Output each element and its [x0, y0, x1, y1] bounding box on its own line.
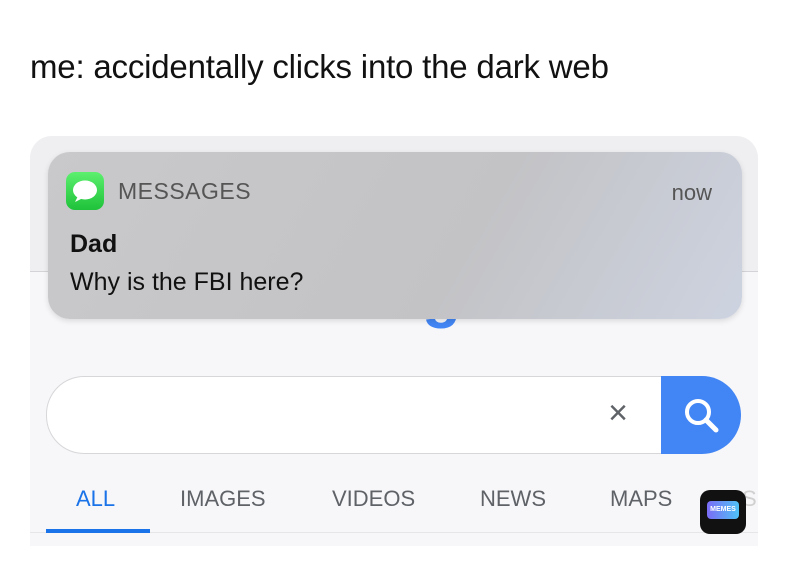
search-icon — [685, 399, 719, 433]
tab-maps[interactable]: MAPS — [610, 486, 672, 512]
tab-news[interactable]: NEWS — [480, 486, 546, 512]
notification-message: Why is the FBI here? — [70, 268, 304, 296]
search-button[interactable] — [661, 376, 741, 454]
search-tabs: ALL IMAGES VIDEOS NEWS MAPS — [30, 476, 758, 533]
close-icon: × — [608, 394, 628, 432]
clear-search-button[interactable]: × — [601, 396, 635, 430]
messages-app-icon — [66, 172, 104, 210]
tab-videos[interactable]: VIDEOS — [332, 486, 415, 512]
memes-logo-text: MEMES — [707, 501, 739, 519]
tab-images[interactable]: IMAGES — [180, 486, 266, 512]
search-input[interactable] — [46, 376, 661, 454]
notification-sender: Dad — [70, 230, 118, 258]
notification-app-name: MESSAGES — [118, 178, 252, 204]
memes-watermark-logo: MEMES — [700, 490, 746, 534]
meme-caption: me: accidentally clicks into the dark we… — [30, 48, 609, 85]
speech-bubble-icon — [73, 180, 97, 202]
active-tab-indicator — [46, 529, 150, 533]
tab-all[interactable]: ALL — [76, 486, 115, 512]
message-notification[interactable]: MESSAGES now Dad Why is the FBI here? — [48, 152, 742, 319]
notification-time: now — [671, 180, 712, 205]
search-bar: × — [46, 376, 741, 454]
